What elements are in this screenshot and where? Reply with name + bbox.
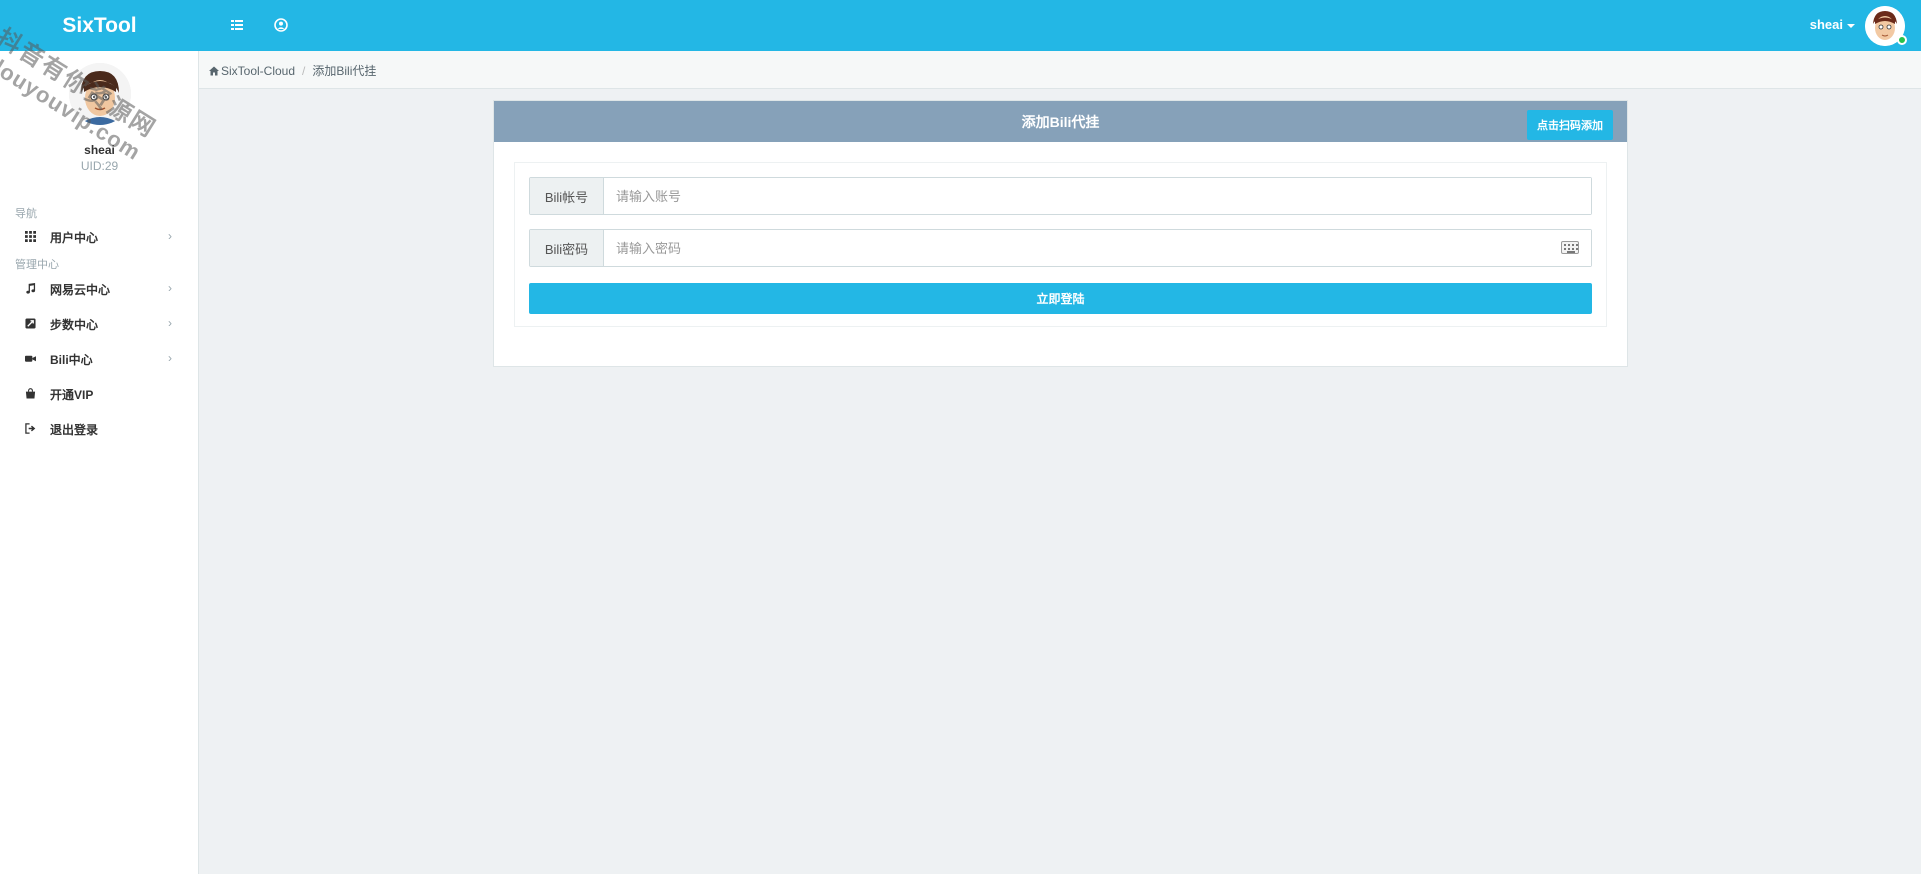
caret-down-icon	[1847, 23, 1855, 28]
sidebar-item-vip[interactable]: 开通VIP	[0, 378, 198, 408]
list-icon[interactable]	[226, 14, 248, 36]
grid-icon	[24, 230, 36, 242]
sidebar-uid: UID:29	[80, 159, 119, 173]
breadcrumb: SixTool-Cloud / 添加Bili代挂	[209, 62, 376, 79]
sidebar-item-label: 开通VIP	[50, 388, 94, 402]
music-icon	[24, 282, 36, 294]
section-nav-label: 导航	[15, 208, 37, 220]
user-circle-icon[interactable]	[270, 14, 292, 36]
password-input[interactable]	[604, 230, 1591, 266]
sidebar-item-label: 步数中心	[50, 318, 99, 332]
sidebar-item-netease[interactable]: 网易云中心 ›	[0, 273, 198, 303]
chevron-right-icon: ›	[168, 229, 172, 243]
video-camera-icon	[24, 352, 36, 364]
breadcrumb-separator: /	[302, 63, 306, 78]
sidebar-item-label: 用户中心	[50, 231, 99, 245]
sidebar-item-label: 退出登录	[50, 423, 99, 437]
breadcrumb-current: 添加Bili代挂	[312, 64, 377, 78]
account-input-group: Bili帐号	[529, 177, 1592, 215]
account-input[interactable]	[604, 178, 1591, 214]
sidebar-item-label: Bili中心	[50, 353, 93, 367]
sidebar-item-bili[interactable]: Bili中心 ›	[0, 343, 198, 373]
chevron-right-icon: ›	[168, 351, 172, 365]
sign-out-icon	[24, 422, 36, 434]
breadcrumb-home-label: SixTool-Cloud	[221, 63, 296, 78]
chevron-right-icon: ›	[168, 281, 172, 295]
scan-qr-add-button[interactable]: 点击扫码添加	[1527, 110, 1613, 140]
login-form: Bili帐号 Bili密码 立即登陆	[514, 162, 1607, 327]
panel-title: 添加Bili代挂	[1021, 114, 1100, 130]
brand-logo[interactable]: SixTool	[0, 0, 199, 51]
sidebar: sheai UID:29 导航 用户中心 › 管理中心 网易云中心 › 步数中心…	[0, 51, 199, 874]
sidebar-item-steps[interactable]: 步数中心 ›	[0, 308, 198, 338]
top-navbar: SixTool sheai	[0, 0, 1921, 51]
chevron-right-icon: ›	[168, 316, 172, 330]
section-admin-label: 管理中心	[15, 259, 59, 271]
panel-header: 添加Bili代挂 点击扫码添加	[494, 101, 1627, 142]
sidebar-item-user-center[interactable]: 用户中心 ›	[0, 221, 198, 251]
username-label: sheai	[1809, 17, 1843, 32]
login-submit-button[interactable]: 立即登陆	[529, 283, 1592, 314]
user-dropdown[interactable]: sheai	[1810, 17, 1855, 32]
password-input-group: Bili密码	[529, 229, 1592, 267]
shopping-bag-icon	[24, 387, 36, 399]
password-label: Bili密码	[530, 230, 604, 266]
sidebar-item-label: 网易云中心	[50, 283, 111, 297]
home-icon	[209, 66, 219, 75]
keyboard-icon[interactable]	[1561, 241, 1579, 254]
sidebar-username: sheai	[84, 143, 115, 157]
steps-icon	[24, 317, 36, 329]
add-bili-panel: 添加Bili代挂 点击扫码添加 Bili帐号 Bili密码 立即登陆	[493, 100, 1628, 367]
sidebar-avatar[interactable]	[69, 63, 131, 125]
online-status-dot	[1897, 35, 1907, 45]
breadcrumb-home[interactable]: SixTool-Cloud	[209, 64, 295, 78]
breadcrumb-bar: SixTool-Cloud / 添加Bili代挂	[199, 51, 1921, 89]
account-label: Bili帐号	[530, 178, 604, 214]
sidebar-item-logout[interactable]: 退出登录	[0, 413, 198, 443]
